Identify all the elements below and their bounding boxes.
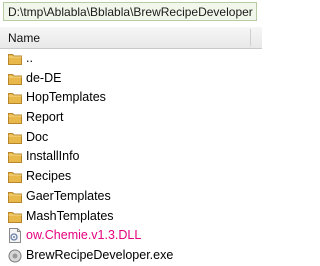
folder-icon (8, 111, 22, 125)
list-item-label: ow.Chemie.v1.3.DLL (26, 228, 142, 243)
list-item-hoptemplates[interactable]: HopTemplates (0, 88, 262, 108)
list-item-installinfo[interactable]: InstallInfo (0, 147, 262, 167)
list-item-de-de[interactable]: de-DE (0, 69, 262, 89)
list-item-label: Recipes (26, 169, 72, 184)
list-item-label: .. (26, 51, 33, 65)
list-item-label: BrewRecipeDeveloper.exe (26, 247, 174, 262)
folder-icon (8, 190, 22, 203)
list-item-gaertemplates[interactable]: GaerTemplates (0, 187, 262, 207)
list-item-label: InstallInfo (26, 149, 80, 164)
folder-icon (8, 52, 22, 65)
list-item-label: GaerTemplates (26, 188, 111, 203)
list-item-chemie-dll[interactable]: ow.Chemie.v1.3.DLL (0, 226, 262, 246)
list-item-label: HopTemplates (26, 90, 106, 105)
list-item-mashtemplates[interactable]: MashTemplates (0, 207, 262, 227)
list-item-report[interactable]: Report (0, 108, 262, 128)
dll-file-icon (8, 228, 22, 244)
list-item-parent[interactable]: .. (0, 49, 262, 69)
folder-icon (8, 72, 22, 85)
folder-icon (8, 150, 22, 164)
folder-icon (8, 91, 22, 105)
file-list: .. de-DE HopTemplates Report Doc Install… (0, 49, 262, 266)
list-item-doc[interactable]: Doc (0, 128, 262, 148)
path-field[interactable]: D:\tmp\Ablabla\Bblabla\BrewRecipeDevelop… (3, 2, 257, 21)
exe-file-icon (8, 249, 22, 263)
list-item-recipes[interactable]: Recipes (0, 167, 262, 187)
column-separator[interactable] (250, 29, 251, 46)
name-column-header[interactable]: Name (8, 31, 40, 45)
folder-icon (8, 170, 22, 184)
column-header: Name (0, 27, 262, 49)
list-item-label: MashTemplates (26, 208, 114, 223)
folder-icon (8, 131, 22, 144)
list-item-label: Report (26, 110, 64, 125)
list-item-label: de-DE (26, 70, 62, 85)
list-item-label: Doc (26, 129, 49, 144)
path-bar: D:\tmp\Ablabla\Bblabla\BrewRecipeDevelop… (0, 0, 262, 24)
folder-icon (8, 210, 22, 223)
